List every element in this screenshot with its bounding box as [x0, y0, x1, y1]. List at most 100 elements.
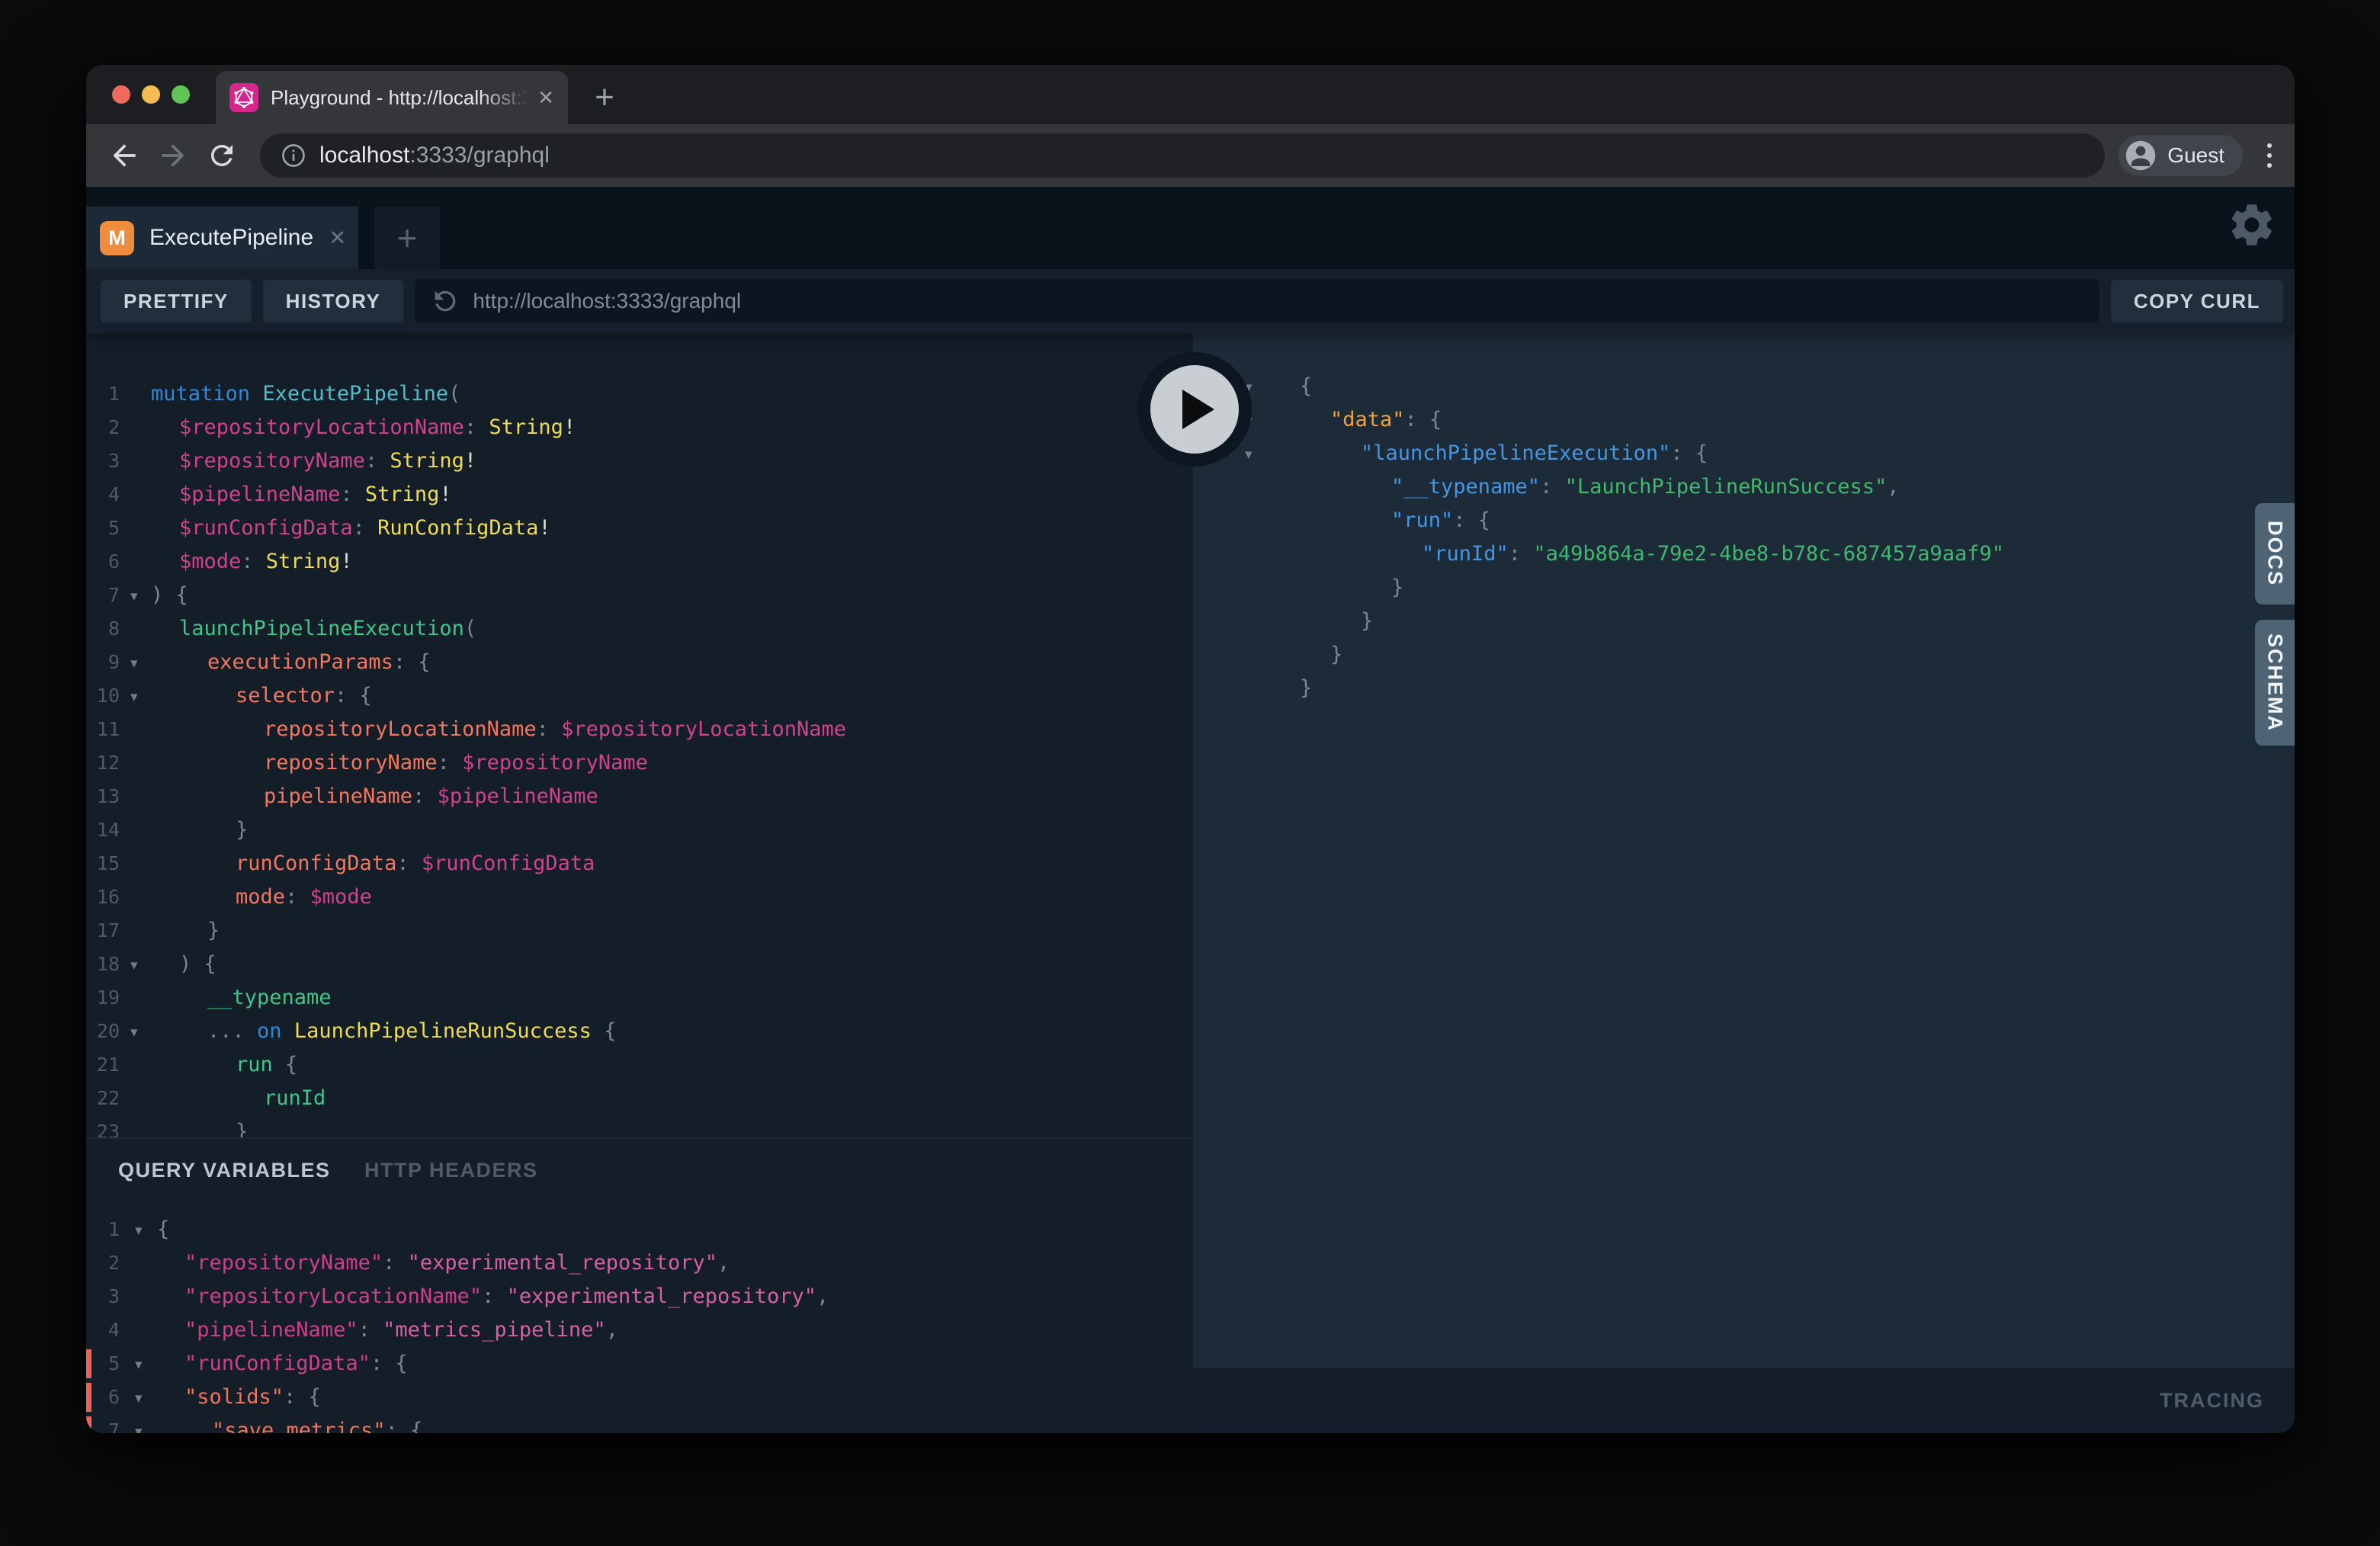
tab-close-icon[interactable]: ✕ — [537, 86, 554, 110]
close-window-button[interactable] — [112, 85, 130, 104]
code-line[interactable]: 2$repositoryLocationName: String! — [86, 411, 1193, 444]
maximize-window-button[interactable] — [172, 85, 190, 104]
code-line[interactable]: 16mode: $mode — [86, 880, 1193, 914]
code-line[interactable]: ▾{ — [1193, 370, 2295, 403]
fold-arrow-icon[interactable]: ▾ — [135, 1214, 143, 1247]
reload-icon[interactable] — [200, 134, 243, 177]
code-text: $runConfigData: RunConfigData! — [179, 512, 551, 545]
line-number: 9 — [86, 646, 120, 679]
code-line[interactable]: } — [1193, 672, 2295, 705]
code-text: runConfigData: $runConfigData — [236, 847, 595, 880]
code-line[interactable]: 20▾... on LaunchPipelineRunSuccess { — [86, 1015, 1193, 1048]
line-number: 7 — [86, 579, 120, 612]
endpoint-url: http://localhost:3333/graphql — [473, 289, 741, 313]
line-number: 1 — [86, 1213, 120, 1246]
code-line[interactable]: 15runConfigData: $runConfigData — [86, 847, 1193, 880]
code-line[interactable]: "run": { — [1193, 504, 2295, 537]
code-line[interactable]: 7▾"save_metrics": { — [86, 1414, 1193, 1433]
code-line[interactable]: 4"pipelineName": "metrics_pipeline", — [86, 1313, 1193, 1347]
query-editor-pane[interactable]: 1mutation ExecutePipeline(2$repositoryLo… — [86, 333, 1193, 1433]
prettify-button[interactable]: PRETTIFY — [101, 280, 252, 322]
code-line[interactable]: "__typename": "LaunchPipelineRunSuccess"… — [1193, 470, 2295, 504]
code-line[interactable]: 13pipelineName: $pipelineName — [86, 780, 1193, 813]
code-text: runId — [264, 1082, 326, 1115]
line-number: 2 — [86, 1246, 120, 1280]
code-line[interactable]: 14} — [86, 813, 1193, 847]
code-line[interactable]: 6▾"solids": { — [86, 1381, 1193, 1414]
tab-schema[interactable]: SCHEMA — [2255, 620, 2295, 746]
code-line[interactable]: 7▾) { — [86, 579, 1193, 612]
address-bar[interactable]: localhost:3333/graphql — [260, 133, 2105, 178]
fold-arrow-icon[interactable]: ▾ — [135, 1415, 143, 1433]
playground-tab-executepipeline[interactable]: M ExecutePipeline ✕ — [86, 207, 358, 269]
execute-play-button[interactable] — [1137, 352, 1252, 467]
code-line[interactable]: 8launchPipelineExecution( — [86, 612, 1193, 646]
browser-menu-icon[interactable] — [2263, 139, 2276, 172]
code-line[interactable]: 10▾selector: { — [86, 679, 1193, 713]
browser-tab[interactable]: Playground - http://localhost:3 ✕ — [216, 71, 568, 124]
endpoint-field[interactable]: http://localhost:3333/graphql — [415, 279, 2099, 323]
back-icon[interactable] — [103, 134, 146, 177]
response-code: ▾{▾"data": {▾"launchPipelineExecution": … — [1193, 333, 2295, 1368]
code-line[interactable]: 4$pipelineName: String! — [86, 478, 1193, 512]
tracing-label[interactable]: TRACING — [2160, 1389, 2264, 1413]
code-line[interactable]: 3$repositoryName: String! — [86, 444, 1193, 478]
fold-arrow-icon[interactable]: ▾ — [130, 579, 138, 613]
code-line[interactable]: "runId": "a49b864a-79e2-4be8-b78c-687457… — [1193, 537, 2295, 571]
code-line[interactable]: } — [1193, 571, 2295, 605]
code-text: "run": { — [1391, 504, 1490, 537]
code-line[interactable]: 6$mode: String! — [86, 545, 1193, 579]
mutation-badge: M — [100, 221, 134, 255]
forward-icon[interactable] — [152, 134, 194, 177]
code-line[interactable]: ▾"data": { — [1193, 403, 2295, 437]
settings-gear-icon[interactable] — [2228, 200, 2276, 249]
code-line[interactable]: ▾"launchPipelineExecution": { — [1193, 437, 2295, 470]
minimize-window-button[interactable] — [142, 85, 160, 104]
playground-new-tab-button[interactable]: + — [374, 207, 440, 269]
fold-arrow-icon[interactable]: ▾ — [130, 646, 138, 680]
tab-query-variables[interactable]: QUERY VARIABLES — [118, 1159, 331, 1182]
code-line[interactable]: 5▾"runConfigData": { — [86, 1347, 1193, 1381]
fold-arrow-icon[interactable]: ▾ — [130, 948, 138, 982]
code-line[interactable]: 9▾executionParams: { — [86, 646, 1193, 679]
code-line[interactable]: } — [1193, 605, 2295, 638]
tab-docs[interactable]: DOCS — [2255, 503, 2295, 605]
line-number: 4 — [86, 478, 120, 512]
line-number: 6 — [86, 1381, 120, 1414]
variables-code[interactable]: 1▾{2"repositoryName": "experimental_repo… — [86, 1213, 1193, 1433]
history-replay-icon[interactable] — [430, 286, 460, 316]
code-line[interactable]: 11repositoryLocationName: $repositoryLoc… — [86, 713, 1193, 746]
code-line[interactable]: 23} — [86, 1115, 1193, 1137]
code-line[interactable]: 12repositoryName: $repositoryName — [86, 746, 1193, 780]
playground-tabstrip: M ExecutePipeline ✕ + — [86, 187, 2295, 269]
code-line[interactable]: 22runId — [86, 1082, 1193, 1115]
copy-curl-button[interactable]: COPY CURL — [2111, 280, 2283, 322]
code-line[interactable]: 2"repositoryName": "experimental_reposit… — [86, 1246, 1193, 1280]
site-info-icon[interactable] — [280, 142, 307, 169]
fold-arrow-icon[interactable]: ▾ — [135, 1348, 143, 1381]
code-line[interactable]: 1▾{ — [86, 1213, 1193, 1246]
line-number: 2 — [86, 411, 120, 444]
code-line[interactable]: 17} — [86, 914, 1193, 948]
new-tab-button[interactable]: + — [586, 81, 623, 117]
query-code[interactable]: 1mutation ExecutePipeline(2$repositoryLo… — [86, 333, 1193, 1137]
code-line[interactable]: 1mutation ExecutePipeline( — [86, 377, 1193, 411]
graphql-favicon-icon — [229, 83, 258, 112]
code-text: } — [1361, 605, 1373, 638]
code-line[interactable]: 21run { — [86, 1048, 1193, 1082]
code-line[interactable]: 18▾) { — [86, 948, 1193, 981]
fold-arrow-icon[interactable]: ▾ — [130, 680, 138, 714]
fold-arrow-icon[interactable]: ▾ — [1245, 438, 1253, 471]
code-text: } — [1391, 571, 1403, 605]
code-line[interactable]: 5$runConfigData: RunConfigData! — [86, 512, 1193, 545]
code-text: "pipelineName": "metrics_pipeline", — [184, 1313, 618, 1347]
code-line[interactable]: } — [1193, 638, 2295, 672]
tab-http-headers[interactable]: HTTP HEADERS — [364, 1159, 538, 1182]
fold-arrow-icon[interactable]: ▾ — [135, 1381, 143, 1415]
code-line[interactable]: 3"repositoryLocationName": "experimental… — [86, 1280, 1193, 1313]
fold-arrow-icon[interactable]: ▾ — [130, 1015, 138, 1049]
history-button[interactable]: HISTORY — [263, 280, 404, 322]
profile-button[interactable]: Guest — [2119, 135, 2243, 176]
code-line[interactable]: 19__typename — [86, 981, 1193, 1015]
playground-tab-close-icon[interactable]: ✕ — [329, 226, 346, 250]
